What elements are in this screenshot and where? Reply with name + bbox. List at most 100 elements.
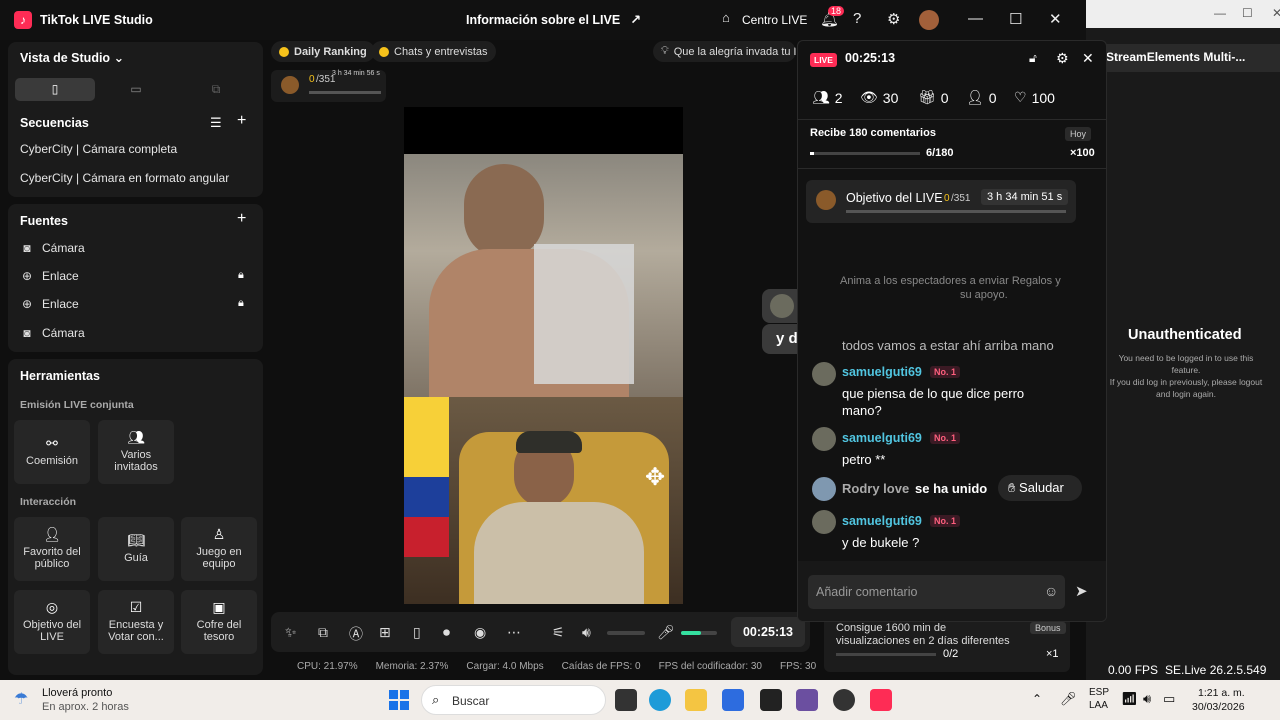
task-view-icon[interactable] bbox=[615, 689, 637, 711]
source-item[interactable]: ◙ Cámara bbox=[20, 326, 84, 340]
poll-button[interactable]: ☑ Encuesta y Votar con... bbox=[98, 590, 174, 654]
close-icon[interactable]: ✕ bbox=[1272, 6, 1280, 20]
windows-start-icon[interactable] bbox=[389, 690, 409, 710]
list-icon[interactable]: ☰ bbox=[210, 115, 222, 131]
emoji-icon[interactable]: ☺ bbox=[1044, 583, 1058, 599]
flag-blue bbox=[404, 477, 449, 517]
tile-label: Objetivo del LIVE bbox=[22, 619, 82, 643]
views-stat: 👁︎ 30 bbox=[860, 89, 898, 106]
send-icon[interactable]: ➤ bbox=[1075, 582, 1088, 600]
users-icon: 👥︎ bbox=[812, 89, 830, 105]
phone-icon[interactable]: ▯ bbox=[413, 624, 421, 641]
magic-icon[interactable]: ✨︎ bbox=[285, 624, 297, 641]
chevron-up-icon[interactable]: ⌃ bbox=[1032, 692, 1042, 706]
lock-icon[interactable]: 🔓︎ bbox=[1029, 51, 1037, 66]
comment-user[interactable]: samuelguti69 bbox=[842, 365, 922, 379]
scene-item[interactable]: CyberCity | Cámara en formato angular bbox=[20, 171, 229, 185]
weather-icon[interactable]: ☂ bbox=[14, 689, 28, 709]
volume-icon[interactable]: 🔊︎ bbox=[582, 624, 591, 641]
greet-button[interactable]: ✋︎ Saludar bbox=[998, 475, 1082, 501]
wifi-icon[interactable]: 📶︎ bbox=[1121, 691, 1138, 707]
coemision-button[interactable]: ⚯ Coemisión bbox=[14, 420, 90, 484]
daily-ranking-chip[interactable]: Daily Ranking bbox=[271, 41, 375, 62]
studio-view-dropdown[interactable]: Vista de Studio ⌄ bbox=[20, 50, 124, 65]
fan-favorite-button[interactable]: 👤︎ Favorito del público bbox=[14, 517, 90, 581]
chats-chip[interactable]: Chats y entrevistas bbox=[371, 41, 496, 62]
help-icon[interactable]: ? bbox=[853, 10, 861, 27]
move-icon[interactable]: ✥ bbox=[645, 463, 665, 492]
goal-widget[interactable]: 0 /351 3 h 34 min 56 s bbox=[271, 70, 386, 102]
speaker-icon[interactable]: 🔊︎ bbox=[1143, 691, 1151, 707]
live-goal-button[interactable]: ◎ Objetivo del LIVE bbox=[14, 590, 90, 654]
app-icon[interactable] bbox=[760, 689, 782, 711]
bonus-card[interactable]: Consigue 1600 min de visualizaciones en … bbox=[824, 616, 1070, 672]
users-icon: 👥︎ bbox=[127, 429, 145, 445]
minimize-icon[interactable]: — bbox=[1214, 6, 1226, 20]
chip-label: Daily Ranking bbox=[294, 45, 367, 58]
centro-live-link[interactable]: Centro LIVE bbox=[742, 13, 807, 27]
tiktok-icon[interactable] bbox=[870, 689, 892, 711]
avatar[interactable] bbox=[919, 10, 939, 30]
source-item[interactable]: ⊕ Enlace bbox=[20, 297, 79, 311]
tile bbox=[400, 690, 409, 699]
language-code[interactable]: ESP bbox=[1089, 687, 1109, 698]
bonus-progress-label: 0/2 bbox=[943, 648, 959, 660]
mic-icon[interactable]: 🎤︎ bbox=[657, 624, 675, 641]
portrait-mode-button[interactable]: ▯ bbox=[15, 78, 95, 101]
discord-icon[interactable] bbox=[796, 689, 818, 711]
battery-icon[interactable]: ▭ bbox=[1163, 691, 1175, 707]
source-item[interactable]: ◙ Cámara bbox=[20, 241, 84, 255]
source-item[interactable]: ⊕ Enlace bbox=[20, 269, 79, 283]
multi-guest-button[interactable]: 👥︎ Varios invitados bbox=[98, 420, 174, 484]
record-icon[interactable]: ⏺︎ bbox=[443, 624, 450, 641]
effects-icon[interactable]: ⊞ bbox=[379, 624, 391, 641]
goal-value: 0 bbox=[944, 193, 950, 204]
add-scene-icon[interactable]: + bbox=[237, 112, 246, 130]
obs-icon[interactable] bbox=[833, 689, 855, 711]
weather-text[interactable]: Lloverá pronto bbox=[42, 687, 112, 699]
comment-input[interactable]: Añadir comentario ☺ bbox=[808, 575, 1065, 609]
join-user[interactable]: Rodry love bbox=[842, 481, 909, 496]
tools-title: Herramientas bbox=[20, 369, 100, 383]
home-icon[interactable]: ⌂ bbox=[722, 10, 730, 25]
guide-button[interactable]: 📖︎ Guía bbox=[98, 517, 174, 581]
edge-icon[interactable] bbox=[649, 689, 671, 711]
settings-icon[interactable]: ⚙ bbox=[887, 10, 900, 28]
live-goal-card[interactable]: Objetivo del LIVE 0 /351 3 h 34 min 51 s bbox=[806, 180, 1076, 223]
ai-icon[interactable]: Ⓐ bbox=[349, 624, 363, 644]
message-chip[interactable]: 💡︎ Que la alegría invada tu L bbox=[653, 41, 796, 62]
search-box[interactable]: ⌕ Buscar bbox=[421, 685, 606, 715]
media-icon[interactable]: ⧉ bbox=[318, 624, 328, 641]
lock-icon[interactable]: 🔒︎ bbox=[238, 297, 244, 310]
volume-slider[interactable] bbox=[607, 631, 645, 635]
live-info-title[interactable]: Información sobre el LIVE ↗ bbox=[466, 12, 641, 28]
stream-icon[interactable]: ◉ bbox=[474, 624, 486, 641]
treasure-chest-button[interactable]: ▣ Cofre del tesoro bbox=[181, 590, 257, 654]
settings-icon[interactable]: ⚙ bbox=[1056, 50, 1069, 67]
clock-time[interactable]: 1:21 a. m. bbox=[1198, 687, 1245, 699]
mic-icon[interactable]: 🎤︎ bbox=[1060, 691, 1077, 707]
file-explorer-icon[interactable] bbox=[685, 689, 707, 711]
mixer-icon[interactable]: ⚟ bbox=[552, 624, 565, 641]
close-icon[interactable]: ✕ bbox=[1082, 50, 1094, 67]
mic-slider[interactable] bbox=[681, 631, 717, 635]
scene-item[interactable]: CyberCity | Cámara completa bbox=[20, 142, 177, 156]
goal-avatar bbox=[816, 190, 836, 210]
team-game-button[interactable]: ♙ Juego en equipo bbox=[181, 517, 257, 581]
share-icon[interactable]: ↗ bbox=[630, 12, 641, 28]
add-source-icon[interactable]: + bbox=[237, 210, 246, 228]
maximize-icon[interactable]: ☐ bbox=[1009, 10, 1022, 28]
store-icon[interactable] bbox=[722, 689, 744, 711]
stream-preview[interactable]: ✥ bbox=[404, 107, 683, 604]
close-icon[interactable]: ✕ bbox=[1049, 10, 1062, 28]
comment-user[interactable]: samuelguti69 bbox=[842, 431, 922, 445]
minimize-icon[interactable]: — bbox=[968, 10, 983, 27]
target-icon: ◎ bbox=[45, 599, 59, 615]
maximize-icon[interactable]: ☐ bbox=[1242, 6, 1253, 20]
landscape-mode-button[interactable]: ▭ bbox=[96, 78, 176, 101]
lock-icon[interactable]: 🔒︎ bbox=[238, 269, 244, 282]
chest-icon: ▣ bbox=[212, 599, 226, 615]
comment-user[interactable]: samuelguti69 bbox=[842, 514, 922, 528]
more-icon[interactable]: ⋯ bbox=[507, 624, 521, 641]
dual-mode-button[interactable]: ⧉ bbox=[176, 78, 256, 101]
